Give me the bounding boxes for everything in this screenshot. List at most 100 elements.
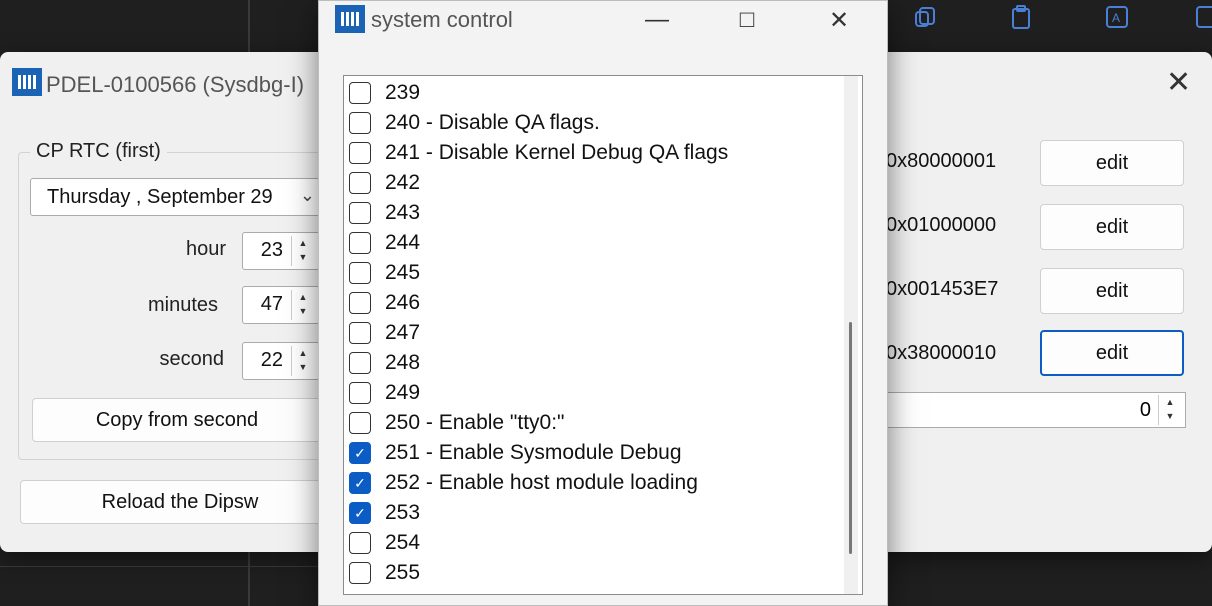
second-value: 22 bbox=[260, 349, 283, 371]
text-icon[interactable] bbox=[1192, 2, 1212, 32]
list-item-label: 242 bbox=[385, 171, 421, 194]
checkbox[interactable]: ✓ bbox=[349, 502, 371, 524]
app-icon bbox=[335, 5, 365, 33]
list-item-label: 250 - Enable "tty0:" bbox=[385, 411, 565, 434]
number-stepper[interactable]: 0 ▲ ▼ bbox=[876, 392, 1186, 428]
list-item[interactable]: 249 bbox=[344, 378, 834, 408]
checkbox[interactable] bbox=[349, 142, 371, 164]
number-value: 0 bbox=[1139, 399, 1151, 421]
edit-button[interactable]: edit bbox=[1040, 268, 1184, 314]
list-item[interactable]: 244 bbox=[344, 228, 834, 258]
spin-arrows[interactable]: ▲ ▼ bbox=[291, 290, 314, 320]
list-item-label: 253 bbox=[385, 501, 421, 524]
list-item[interactable]: 241 - Disable Kernel Debug QA flags bbox=[344, 138, 834, 168]
list-item-label: 239 bbox=[385, 81, 421, 104]
list-item[interactable]: 239 bbox=[344, 78, 834, 108]
list-item[interactable]: 248 bbox=[344, 348, 834, 378]
list-item[interactable]: 245 bbox=[344, 258, 834, 288]
list-item[interactable]: ✓ 251 - Enable Sysmodule Debug bbox=[344, 438, 834, 468]
list-item-label: 254 bbox=[385, 531, 421, 554]
text-box-icon[interactable]: A bbox=[1102, 2, 1132, 32]
list-item-label: 244 bbox=[385, 231, 421, 254]
checkbox[interactable] bbox=[349, 112, 371, 134]
list-item-label: 255 bbox=[385, 561, 421, 584]
checkbox[interactable]: ✓ bbox=[349, 442, 371, 464]
checkbox[interactable] bbox=[349, 262, 371, 284]
clipboard-icon[interactable] bbox=[1006, 2, 1036, 32]
scrollbar[interactable] bbox=[844, 76, 858, 594]
dipsw-window: PDEL-0100566 (Sysdbg-I) CP RTC (first) T… bbox=[0, 52, 344, 552]
checkbox[interactable] bbox=[349, 562, 371, 584]
register-value: 0x38000010 bbox=[886, 342, 997, 364]
down-arrow-icon[interactable]: ▼ bbox=[292, 360, 314, 374]
window-title: PDEL-0100566 (Sysdbg-I) bbox=[46, 72, 305, 97]
date-value: Thursday , September 29 bbox=[47, 185, 273, 208]
list-item[interactable]: 254 bbox=[344, 528, 834, 558]
down-arrow-icon[interactable]: ▼ bbox=[292, 250, 314, 264]
checkbox[interactable] bbox=[349, 202, 371, 224]
edit-button[interactable]: edit bbox=[1040, 140, 1184, 186]
up-arrow-icon[interactable]: ▲ bbox=[292, 346, 314, 360]
groupbox-label: CP RTC (first) bbox=[30, 140, 167, 163]
spin-arrows[interactable]: ▲ ▼ bbox=[291, 346, 314, 376]
minutes-value: 47 bbox=[260, 293, 283, 315]
checkbox[interactable] bbox=[349, 292, 371, 314]
flag-listbox[interactable]: 239 240 - Disable QA flags. 241 - Disable … bbox=[343, 75, 863, 595]
down-arrow-icon[interactable]: ▼ bbox=[1159, 409, 1181, 423]
copy-from-second-button[interactable]: Copy from second bbox=[32, 398, 322, 442]
scrollbar-thumb[interactable] bbox=[849, 322, 852, 554]
list-item-label: 249 bbox=[385, 381, 421, 404]
checkbox[interactable]: ✓ bbox=[349, 472, 371, 494]
edit-button[interactable]: edit bbox=[1040, 204, 1184, 250]
list-item[interactable]: 243 bbox=[344, 198, 834, 228]
second-label: second bbox=[159, 348, 225, 370]
checkbox[interactable] bbox=[349, 172, 371, 194]
list-item-label: 243 bbox=[385, 201, 421, 224]
checkbox[interactable] bbox=[349, 82, 371, 104]
app-icon bbox=[12, 68, 42, 96]
chevron-down-icon: ⌄ bbox=[299, 185, 315, 205]
spin-arrows[interactable]: ▲ ▼ bbox=[291, 236, 314, 266]
reload-dipsw-button[interactable]: Reload the Dipsw bbox=[20, 480, 340, 524]
window-title: system control bbox=[371, 7, 513, 32]
checkbox[interactable] bbox=[349, 532, 371, 554]
up-arrow-icon[interactable]: ▲ bbox=[1159, 395, 1181, 409]
list-item[interactable]: 247 bbox=[344, 318, 834, 348]
close-button[interactable]: ✕ bbox=[819, 3, 859, 37]
list-item-label: 251 - Enable Sysmodule Debug bbox=[385, 441, 682, 464]
list-item-label: 247 bbox=[385, 321, 421, 344]
list-item[interactable]: 246 bbox=[344, 288, 834, 318]
checkbox[interactable] bbox=[349, 412, 371, 434]
list-item[interactable]: 250 - Enable "tty0:" bbox=[344, 408, 834, 438]
checkbox[interactable] bbox=[349, 322, 371, 344]
copy-icon[interactable] bbox=[910, 2, 940, 32]
list-item[interactable]: 240 - Disable QA flags. bbox=[344, 108, 834, 138]
list-item-label: 248 bbox=[385, 351, 421, 374]
list-item-label: 246 bbox=[385, 291, 421, 314]
list-item[interactable]: ✓ 253 bbox=[344, 498, 834, 528]
divider bbox=[0, 566, 330, 567]
list-item[interactable]: 255 bbox=[344, 558, 834, 588]
maximize-button[interactable]: □ bbox=[727, 3, 767, 37]
list-item[interactable]: 242 bbox=[344, 168, 834, 198]
spin-arrows[interactable]: ▲ ▼ bbox=[1158, 395, 1181, 425]
up-arrow-icon[interactable]: ▲ bbox=[292, 236, 314, 250]
register-value: 0x01000000 bbox=[886, 214, 997, 236]
list-item-label: 240 - Disable QA flags. bbox=[385, 111, 600, 134]
svg-text:A: A bbox=[1112, 11, 1120, 25]
list-item-label: 241 - Disable Kernel Debug QA flags bbox=[385, 141, 729, 164]
checkbox[interactable] bbox=[349, 352, 371, 374]
edit-button[interactable]: edit bbox=[1040, 330, 1184, 376]
minimize-button[interactable]: — bbox=[637, 3, 677, 37]
hour-value: 23 bbox=[260, 239, 283, 261]
register-value: 0x001453E7 bbox=[886, 278, 999, 300]
list-item[interactable]: ✓ 252 - Enable host module loading bbox=[344, 468, 834, 498]
up-arrow-icon[interactable]: ▲ bbox=[292, 290, 314, 304]
down-arrow-icon[interactable]: ▼ bbox=[292, 304, 314, 318]
minutes-label: minutes bbox=[147, 294, 218, 316]
checkbox[interactable] bbox=[349, 382, 371, 404]
close-icon[interactable]: ✕ bbox=[1166, 68, 1191, 98]
system-control-dialog: system control — □ ✕ 239 240 - Disable QA… bbox=[318, 0, 888, 606]
checkbox[interactable] bbox=[349, 232, 371, 254]
date-picker[interactable]: Thursday , September 29 ⌄ bbox=[30, 178, 322, 216]
